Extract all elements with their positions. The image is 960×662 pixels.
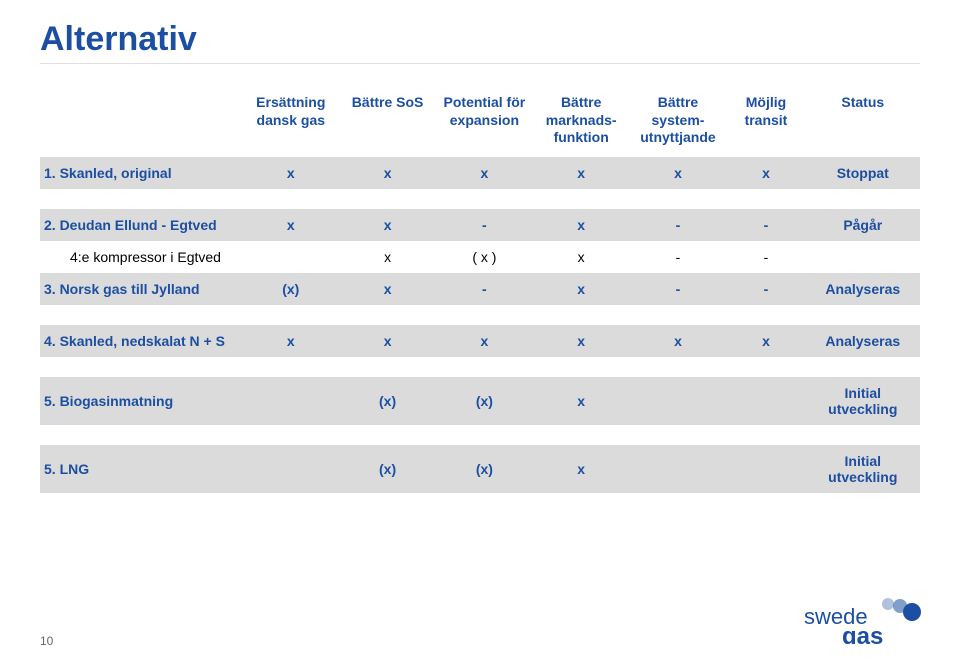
- cell-value: x: [630, 325, 727, 357]
- cell-value: x: [726, 157, 805, 189]
- cell-status: Analyseras: [806, 325, 920, 357]
- table-row: 2. Deudan Ellund - Egtvedxx-x--Pågår: [40, 209, 920, 241]
- cell-value: -: [726, 241, 805, 273]
- col-header-potential: Potential för expansion: [436, 88, 533, 157]
- table-row: [40, 357, 920, 377]
- cell-value: -: [726, 273, 805, 305]
- cell-value: x: [339, 273, 436, 305]
- row-label: 5. LNG: [40, 445, 242, 493]
- cell-value: [630, 377, 727, 425]
- cell-value: (x): [339, 445, 436, 493]
- cell-value: -: [630, 273, 727, 305]
- spacer-cell: [40, 425, 920, 445]
- row-label: 1. Skanled, original: [40, 157, 242, 189]
- cell-value: -: [726, 209, 805, 241]
- cell-value: x: [436, 157, 533, 189]
- cell-value: x: [533, 157, 630, 189]
- cell-value: x: [339, 209, 436, 241]
- cell-value: x: [339, 157, 436, 189]
- cell-value: x: [533, 377, 630, 425]
- cell-value: [242, 377, 339, 425]
- row-label: 5. Biogasinmatning: [40, 377, 242, 425]
- cell-status: [806, 241, 920, 273]
- cell-status: Analyseras: [806, 273, 920, 305]
- spacer-cell: [40, 357, 920, 377]
- cell-value: x: [533, 445, 630, 493]
- cell-value: (x): [242, 273, 339, 305]
- col-header-marknad: Bättre marknads-funktion: [533, 88, 630, 157]
- table-row: [40, 189, 920, 209]
- col-header-sos: Bättre SoS: [339, 88, 436, 157]
- table-row: 1. Skanled, originalxxxxxxStoppat: [40, 157, 920, 189]
- cell-value: x: [533, 241, 630, 273]
- cell-value: (x): [436, 377, 533, 425]
- cell-value: x: [630, 157, 727, 189]
- cell-value: (x): [436, 445, 533, 493]
- svg-text:gas: gas: [842, 623, 883, 644]
- cell-value: [242, 241, 339, 273]
- table-row: 5. Biogasinmatning(x)(x)xInitial utveckl…: [40, 377, 920, 425]
- col-header-transit: Möjlig transit: [726, 88, 805, 157]
- col-header-ersattning: Ersättning dansk gas: [242, 88, 339, 157]
- cell-status: Initial utveckling: [806, 377, 920, 425]
- page-title: Alternativ: [40, 20, 920, 64]
- cell-value: (x): [339, 377, 436, 425]
- row-label: 2. Deudan Ellund - Egtved: [40, 209, 242, 241]
- table-header-row: Ersättning dansk gas Bättre SoS Potentia…: [40, 88, 920, 157]
- col-header-status: Status: [806, 88, 920, 157]
- alternatives-table: Ersättning dansk gas Bättre SoS Potentia…: [40, 88, 920, 493]
- row-label: 4:e kompressor i Egtved: [40, 241, 242, 273]
- cell-status: Stoppat: [806, 157, 920, 189]
- cell-value: x: [533, 273, 630, 305]
- cell-value: x: [242, 325, 339, 357]
- row-label: 3. Norsk gas till Jylland: [40, 273, 242, 305]
- cell-status: Initial utveckling: [806, 445, 920, 493]
- cell-value: -: [630, 241, 727, 273]
- cell-value: ( x ): [436, 241, 533, 273]
- cell-value: x: [339, 241, 436, 273]
- cell-value: x: [533, 325, 630, 357]
- cell-value: x: [726, 325, 805, 357]
- cell-value: [726, 377, 805, 425]
- cell-value: x: [339, 325, 436, 357]
- cell-value: x: [533, 209, 630, 241]
- cell-value: -: [436, 209, 533, 241]
- cell-value: x: [436, 325, 533, 357]
- table-row: 5. LNG(x)(x)xInitial utveckling: [40, 445, 920, 493]
- cell-value: -: [436, 273, 533, 305]
- cell-value: [726, 445, 805, 493]
- cell-status: Pågår: [806, 209, 920, 241]
- cell-value: [630, 445, 727, 493]
- cell-value: -: [630, 209, 727, 241]
- spacer-cell: [40, 305, 920, 325]
- cell-value: [242, 445, 339, 493]
- cell-value: x: [242, 209, 339, 241]
- swedegas-logo: swede gas: [804, 594, 924, 644]
- table-row: [40, 305, 920, 325]
- table-row: [40, 425, 920, 445]
- col-header-system: Bättre system-utnyttjande: [630, 88, 727, 157]
- page-number: 10: [40, 634, 53, 648]
- row-label: 4. Skanled, nedskalat N + S: [40, 325, 242, 357]
- spacer-cell: [40, 189, 920, 209]
- table-row: 3. Norsk gas till Jylland(x)x-x--Analyse…: [40, 273, 920, 305]
- table-row: 4:e kompressor i Egtvedx( x )x--: [40, 241, 920, 273]
- table-row: 4. Skanled, nedskalat N + SxxxxxxAnalyse…: [40, 325, 920, 357]
- cell-value: x: [242, 157, 339, 189]
- col-header-blank: [40, 88, 242, 157]
